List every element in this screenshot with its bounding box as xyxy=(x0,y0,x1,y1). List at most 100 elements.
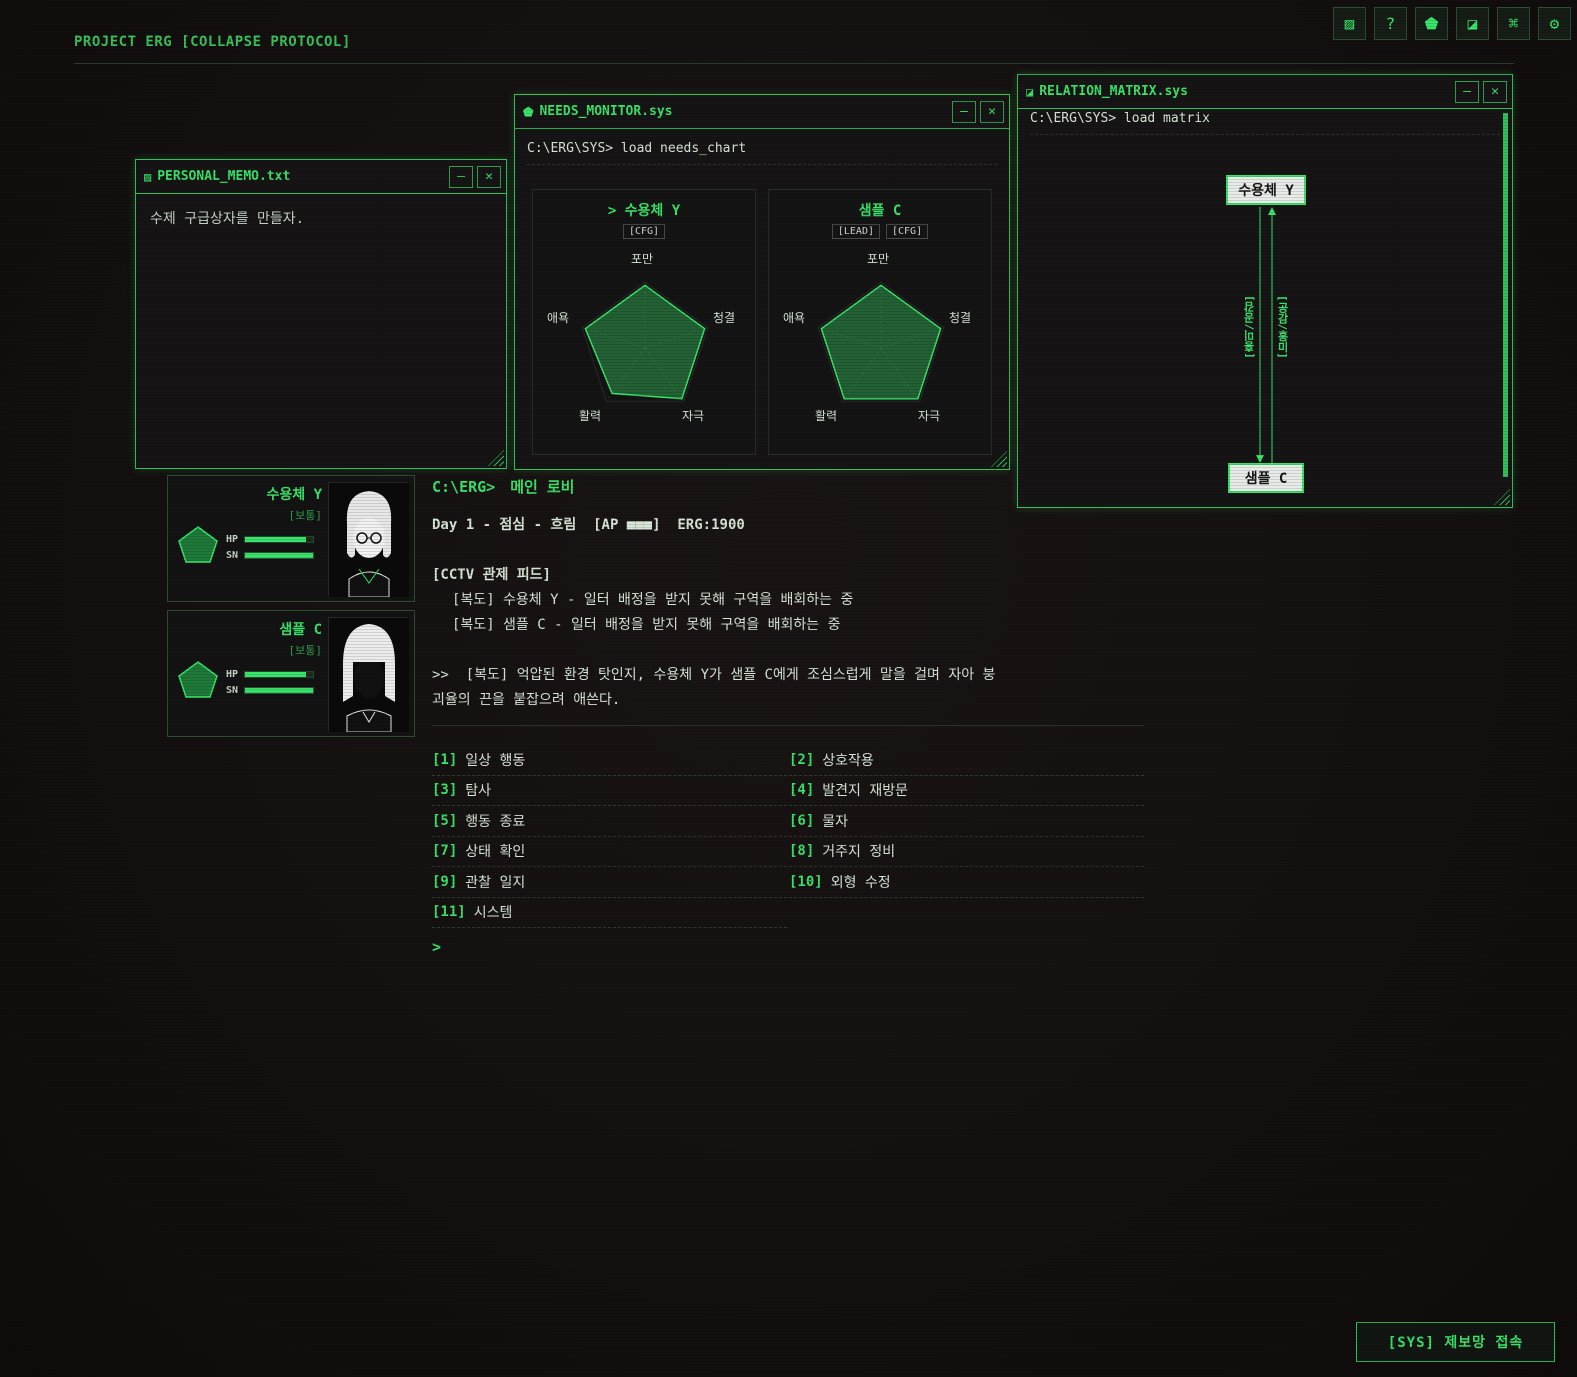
minimize-button[interactable]: – xyxy=(449,165,473,188)
menu-label: 일상 행동 xyxy=(465,752,526,769)
menu-item-interaction[interactable]: [2] 상호작용 xyxy=(789,745,1144,776)
character-card[interactable]: 샘플 C [보통] HP SN xyxy=(167,610,415,737)
radar-panel-c: 샘플 C [LEAD] [CFG] 포만 청결 자극 활력 애욕 xyxy=(768,189,992,455)
memo-content[interactable]: 수제 구급상자를 만들자. xyxy=(136,194,506,242)
log-divider xyxy=(432,725,1144,726)
sn-label: SN xyxy=(226,685,239,696)
menu-num: [3] xyxy=(432,782,458,799)
hp-label: HP xyxy=(226,669,239,680)
scrollbar[interactable] xyxy=(1503,113,1508,477)
mini-radar-icon xyxy=(178,526,218,563)
axis-label: 자극 xyxy=(682,409,705,423)
sys-report-button[interactable]: [SYS] 제보망 접속 xyxy=(1356,1322,1555,1362)
location-prompt: C:\ERG> 메인 로비 xyxy=(432,476,1144,497)
settings-icon[interactable]: ⚙ xyxy=(1538,7,1571,40)
axis-label: 활력 xyxy=(815,409,838,423)
relation-edges xyxy=(1256,207,1276,465)
resize-handle[interactable] xyxy=(991,451,1007,467)
relation-node-bottom[interactable]: 샘플 C xyxy=(1228,463,1304,493)
menu-label: 시스템 xyxy=(473,905,513,922)
menu-item-supplies[interactable]: [6] 물자 xyxy=(789,806,1144,837)
axis-label: 애욕 xyxy=(547,311,570,325)
needs-window-title: NEEDS_MONITOR.sys xyxy=(539,104,673,119)
relation-window[interactable]: ◪ RELATION_MATRIX.sys – ✕ C:\ERG\SYS> lo… xyxy=(1017,74,1513,508)
status-line: Day 1 - 점심 - 흐림 [AP ■■■] ERG:1900 xyxy=(432,517,745,533)
menu-label: 상호작용 xyxy=(822,752,874,769)
prompt-path: C:\ERG> xyxy=(432,478,496,496)
hp-bar xyxy=(244,671,315,678)
radar-value-polygon xyxy=(584,284,706,400)
menu-num: [2] xyxy=(789,751,815,768)
menu-num: [4] xyxy=(789,782,815,799)
menu-item-daily-action[interactable]: [1] 일상 행동 xyxy=(432,745,787,776)
menu-label: 탐사 xyxy=(465,783,492,800)
menu-item-revisit[interactable]: [4] 발견지 재방문 xyxy=(789,776,1144,806)
needs-window[interactable]: ⬟ NEEDS_MONITOR.sys – ✕ C:\ERG\SYS> load… xyxy=(514,94,1010,470)
character-status: [보통] xyxy=(288,644,323,657)
menu-item-appearance[interactable]: [10] 외형 수정 xyxy=(789,867,1144,898)
menu-label: 관찰 일지 xyxy=(465,874,526,891)
radar-panel-y: > 수용체 Y [CFG] 포만 청결 자극 활력 애욕 xyxy=(532,189,756,455)
menu-item-end-action[interactable]: [5] 행동 종료 xyxy=(432,806,787,837)
app-title: PROJECT ERG [COLLAPSE PROTOCOL] xyxy=(74,34,351,50)
needs-window-titlebar[interactable]: ⬟ NEEDS_MONITOR.sys – ✕ xyxy=(515,95,1009,129)
menu-item-residence[interactable]: [8] 거주지 정비 xyxy=(789,837,1144,867)
main-log: C:\ERG> 메인 로비 Day 1 - 점심 - 흐림 [AP ■■■] E… xyxy=(432,476,1144,726)
axis-label: 포만 xyxy=(867,252,890,266)
relation-edge-label: [공감/흥미] xyxy=(1276,295,1289,359)
command-icon[interactable]: ⌘ xyxy=(1497,7,1530,40)
menu-num: [10] xyxy=(789,873,823,890)
menu-num: [6] xyxy=(789,812,815,829)
cctv-header: [CCTV 관제 피드] xyxy=(432,567,551,583)
resize-handle[interactable] xyxy=(488,450,504,466)
cctv-line: [복도] 수용체 Y - 일터 배정을 받지 못해 구역을 배회하는 중 xyxy=(452,592,854,608)
menu-label: 상태 확인 xyxy=(465,844,526,861)
menu-num: [11] xyxy=(432,904,466,921)
menu-item-status[interactable]: [7] 상태 확인 xyxy=(432,837,787,867)
needs-icon[interactable]: ⬟ xyxy=(1415,7,1448,40)
minimize-button[interactable]: – xyxy=(952,100,976,123)
character-portrait[interactable] xyxy=(328,482,409,598)
location-name: 메인 로비 xyxy=(510,478,575,496)
sn-bar xyxy=(244,552,315,559)
relation-icon[interactable]: ◪ xyxy=(1456,7,1489,40)
memo-window-title: PERSONAL_MEMO.txt xyxy=(157,169,291,184)
close-button[interactable]: ✕ xyxy=(980,100,1004,123)
menu-label: 거주지 정비 xyxy=(822,844,896,861)
close-button[interactable]: ✕ xyxy=(477,165,501,188)
character-portrait[interactable] xyxy=(328,617,409,733)
axis-label: 포만 xyxy=(631,252,654,266)
menu-item-journal[interactable]: [9] 관찰 일지 xyxy=(432,867,787,898)
axis-label: 청결 xyxy=(949,311,972,325)
radar-value-polygon xyxy=(820,284,942,400)
character-card[interactable]: 수용체 Y [보통] HP SN xyxy=(167,475,415,602)
mini-radar-icon xyxy=(178,661,218,698)
help-icon[interactable]: ? xyxy=(1374,7,1407,40)
toolbar: ▨ ? ⬟ ◪ ⌘ ⚙ xyxy=(1333,7,1571,40)
relation-node-top[interactable]: 수용체 Y xyxy=(1226,175,1306,205)
cctv-line: [복도] 샘플 C - 일터 배정을 받지 못해 구역을 배회하는 중 xyxy=(452,617,841,633)
narration-line: >> [복도] 억압된 환경 탓인지, 수용체 Y가 샘플 C에게 조심스럽게 … xyxy=(432,667,996,683)
menu-item-explore[interactable]: [3] 탐사 xyxy=(432,776,787,806)
menu-label: 물자 xyxy=(822,813,849,830)
memo-icon[interactable]: ▨ xyxy=(1333,7,1366,40)
top-divider xyxy=(74,63,1514,64)
hp-bar xyxy=(244,536,315,543)
memo-icon: ▨ xyxy=(144,169,152,184)
menu-item-system[interactable]: [11] 시스템 xyxy=(432,898,787,928)
character-name: 수용체 Y xyxy=(266,487,323,503)
memo-window[interactable]: ▨ PERSONAL_MEMO.txt – ✕ 수제 구급상자를 만들자. xyxy=(135,159,507,469)
sn-bar xyxy=(244,687,315,694)
narration-line: 괴율의 끈을 붙잡으려 애쓴다. xyxy=(432,692,621,708)
portrait-image xyxy=(329,483,409,598)
menu-num: [5] xyxy=(432,812,458,829)
command-input[interactable]: > xyxy=(432,938,1132,956)
menu-num: [1] xyxy=(432,751,458,768)
menu-label: 외형 수정 xyxy=(830,874,891,891)
memo-window-titlebar[interactable]: ▨ PERSONAL_MEMO.txt – ✕ xyxy=(136,160,506,194)
axis-label: 자극 xyxy=(918,409,941,423)
portrait-image xyxy=(329,618,409,733)
sn-label: SN xyxy=(226,550,239,561)
menu-num: [7] xyxy=(432,843,458,860)
axis-label: 청결 xyxy=(713,311,736,325)
